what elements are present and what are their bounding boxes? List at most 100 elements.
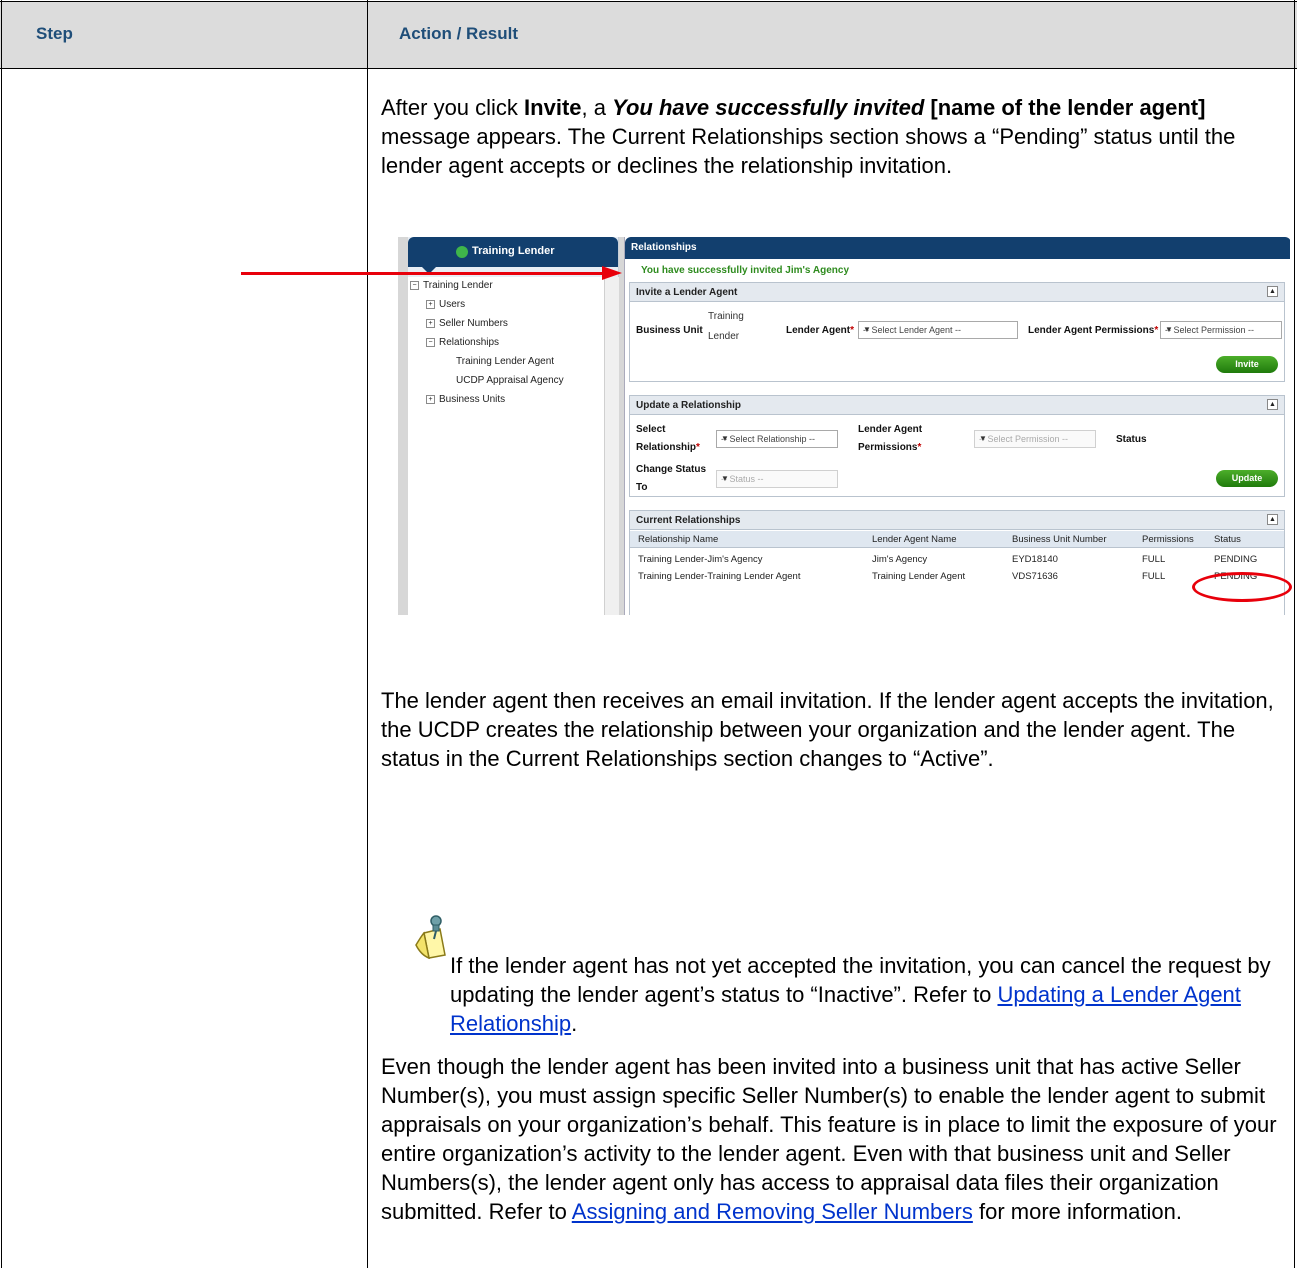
note-pushpin-icon bbox=[414, 915, 448, 964]
collapse-icon[interactable]: ▲ bbox=[1267, 286, 1278, 297]
table-row[interactable]: Training Lender-Training Lender Agent bbox=[638, 571, 800, 582]
tree-label: Relationships bbox=[439, 337, 500, 348]
status-select[interactable]: -- Status -- ▼ bbox=[716, 470, 838, 488]
dropdown-arrow-icon: ▼ bbox=[1165, 325, 1173, 334]
update-permission-select[interactable]: -- Select Permission -- ▼ bbox=[974, 430, 1096, 448]
header-divider bbox=[0, 68, 1297, 69]
nav-scrollbar[interactable] bbox=[604, 277, 619, 615]
seller-numbers-end: for more information. bbox=[972, 1199, 1182, 1224]
collapse-icon[interactable]: ▲ bbox=[1267, 399, 1278, 410]
callout-arrow-head bbox=[602, 266, 622, 280]
email-paragraph: The lender agent then receives an email … bbox=[381, 686, 1281, 773]
column-header-relationship-name[interactable]: Relationship Name bbox=[638, 534, 718, 545]
update-permissions-label-2: Permissions* bbox=[858, 442, 922, 453]
expand-icon[interactable]: + bbox=[426, 394, 435, 404]
change-status-label-2: To bbox=[636, 482, 648, 493]
table-cell: Training Lender Agent bbox=[872, 571, 966, 582]
success-message-term: You have successfully invited bbox=[612, 95, 925, 120]
tree-item-ucdp-appraisal-agency[interactable]: UCDP Appraisal Agency bbox=[456, 375, 564, 386]
tree-item-relationships[interactable]: − Relationships bbox=[426, 337, 499, 348]
lender-logo-icon bbox=[456, 246, 468, 258]
label-text: Lender Agent Permissions bbox=[1028, 325, 1155, 336]
dropdown-arrow-icon: ▼ bbox=[979, 434, 987, 443]
invite-button[interactable]: Invite bbox=[1216, 356, 1278, 373]
tree-item-users[interactable]: + Users bbox=[426, 299, 465, 310]
status-label: Status bbox=[1116, 434, 1147, 445]
column-header-lender-agent-name[interactable]: Lender Agent Name bbox=[872, 534, 957, 545]
current-section-header: Current Relationships ▲ bbox=[630, 511, 1284, 530]
expand-icon[interactable]: + bbox=[426, 318, 435, 328]
column-header-permissions[interactable]: Permissions bbox=[1142, 534, 1194, 545]
collapse-icon[interactable]: ▲ bbox=[1267, 514, 1278, 525]
update-button[interactable]: Update bbox=[1216, 470, 1278, 487]
success-message: You have successfully invited Jim's Agen… bbox=[641, 265, 850, 276]
select-relationship-label-2: Relationship* bbox=[636, 442, 700, 453]
collapse-icon[interactable]: − bbox=[410, 280, 419, 290]
column-header-business-unit-number[interactable]: Business Unit Number bbox=[1012, 534, 1107, 545]
note-end: . bbox=[571, 1011, 578, 1036]
table-cell: VDS71636 bbox=[1012, 571, 1058, 582]
status-cell: PENDING bbox=[1214, 554, 1258, 565]
name-placeholder-term: [name of the lender agent] bbox=[924, 95, 1206, 120]
table-cell: EYD18140 bbox=[1012, 554, 1058, 565]
current-relationships-section: Current Relationships ▲ Relationship Name… bbox=[629, 510, 1285, 615]
intro-paragraph: After you click Invite, a You have succe… bbox=[381, 93, 1281, 180]
table-row[interactable]: Training Lender-Jim's Agency bbox=[638, 554, 763, 565]
invite-term: Invite bbox=[524, 95, 582, 120]
section-title: Update a Relationship bbox=[636, 400, 742, 411]
step-column-header: Step bbox=[36, 24, 73, 43]
expand-icon[interactable]: + bbox=[426, 299, 435, 309]
collapse-icon[interactable]: − bbox=[426, 337, 435, 347]
lender-agent-select[interactable]: -- Select Lender Agent -- ▼ bbox=[858, 321, 1018, 339]
tree-label: Training Lender bbox=[423, 280, 493, 291]
select-relationship-label: Select bbox=[636, 424, 666, 435]
relationships-panel: Relationships You have successfully invi… bbox=[624, 237, 1290, 615]
label-text: Relationship bbox=[636, 442, 697, 453]
intro-text: After you click bbox=[381, 95, 525, 120]
email-paragraph-text: The lender agent then receives an email … bbox=[381, 688, 1274, 771]
nav-header: Training Lender bbox=[408, 237, 618, 267]
panel-header: Relationships bbox=[625, 237, 1290, 259]
table-right-border bbox=[1294, 0, 1295, 1268]
label-text: Permissions bbox=[858, 442, 918, 453]
invite-section-header: Invite a Lender Agent ▲ bbox=[630, 283, 1284, 302]
tree-item-training-lender-agent[interactable]: Training Lender Agent bbox=[456, 356, 554, 367]
table-left-border bbox=[1, 0, 2, 1268]
business-unit-label: Business Unit bbox=[636, 325, 703, 336]
dropdown-arrow-icon: ▼ bbox=[721, 474, 729, 483]
nav-panel: Training Lender − Training Lender + Users … bbox=[408, 237, 619, 615]
note-paragraph: If the lender agent has not yet accepted… bbox=[450, 951, 1290, 1038]
nav-title: Training Lender bbox=[472, 245, 555, 257]
invite-section: Invite a Lender Agent ▲ Business Unit Tra… bbox=[629, 282, 1285, 382]
permissions-label: Lender Agent Permissions* bbox=[1028, 325, 1159, 336]
table-cell: Jim's Agency bbox=[872, 554, 928, 565]
tree-item-training-lender[interactable]: − Training Lender bbox=[410, 280, 493, 291]
tree-label: Business Units bbox=[439, 394, 506, 405]
seller-numbers-paragraph: Even though the lender agent has been in… bbox=[381, 1052, 1281, 1226]
intro-text-3: message appears. The Current Relationshi… bbox=[381, 124, 1236, 178]
dropdown-arrow-icon: ▼ bbox=[721, 434, 729, 443]
column-header-status[interactable]: Status bbox=[1214, 534, 1241, 545]
panel-title: Relationships bbox=[631, 242, 697, 253]
tree-item-seller-numbers[interactable]: + Seller Numbers bbox=[426, 318, 508, 329]
pending-status-highlight bbox=[1192, 572, 1292, 602]
action-column-header: Action / Result bbox=[399, 24, 519, 43]
relationship-select[interactable]: -- Select Relationship -- ▼ bbox=[716, 430, 838, 448]
update-section: Update a Relationship ▲ Select Relationsh… bbox=[629, 395, 1285, 497]
section-title: Current Relationships bbox=[636, 515, 741, 526]
business-unit-value: Training bbox=[708, 311, 744, 322]
permission-select[interactable]: -- Select Permission -- ▼ bbox=[1160, 321, 1282, 339]
dropdown-arrow-icon: ▼ bbox=[863, 325, 871, 334]
callout-arrow-line bbox=[241, 272, 603, 275]
table-header-row bbox=[0, 2, 1297, 68]
update-permissions-label: Lender Agent bbox=[858, 424, 923, 435]
intro-text-2: , a bbox=[581, 95, 613, 120]
assigning-seller-numbers-link[interactable]: Assigning and Removing Seller Numbers bbox=[572, 1199, 973, 1224]
change-status-label: Change Status bbox=[636, 464, 707, 475]
update-section-header: Update a Relationship ▲ bbox=[630, 396, 1284, 415]
table-cell: FULL bbox=[1142, 554, 1166, 565]
lender-agent-label: Lender Agent* bbox=[786, 325, 854, 336]
tree-item-business-units[interactable]: + Business Units bbox=[426, 394, 505, 405]
relationships-screenshot: Training Lender − Training Lender + Users … bbox=[398, 237, 1290, 615]
label-text: Lender Agent bbox=[786, 325, 851, 336]
